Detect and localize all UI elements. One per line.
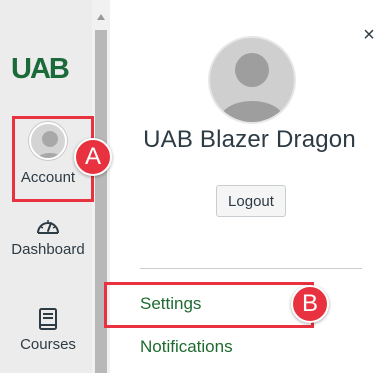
nav-item-label: Courses	[20, 336, 76, 353]
user-display-name: UAB Blazer Dragon	[143, 126, 356, 153]
nav-item-label: Dashboard	[11, 241, 85, 258]
callout-badge-b: B	[291, 285, 329, 323]
notifications-link[interactable]: Notifications	[140, 337, 233, 357]
profile-avatar[interactable]	[210, 38, 294, 122]
scroll-up-arrow-icon[interactable]	[97, 14, 105, 20]
nav-item-dashboard[interactable]: Dashboard	[0, 215, 96, 295]
uab-logo[interactable]: UAB	[11, 55, 70, 84]
user-avatar-icon	[218, 53, 286, 122]
nav-item-courses[interactable]: Courses	[0, 307, 96, 373]
canvas-screen: UAB Account Dashboard Courses × UAB Blaz…	[0, 0, 389, 373]
logout-button[interactable]: Logout	[216, 185, 286, 217]
tray-divider	[140, 268, 362, 269]
callout-badge-a: A	[74, 138, 112, 176]
book-icon	[39, 308, 57, 330]
close-tray-button[interactable]: ×	[358, 24, 380, 46]
callout-box-settings	[104, 282, 314, 328]
speedometer-icon	[37, 220, 59, 234]
